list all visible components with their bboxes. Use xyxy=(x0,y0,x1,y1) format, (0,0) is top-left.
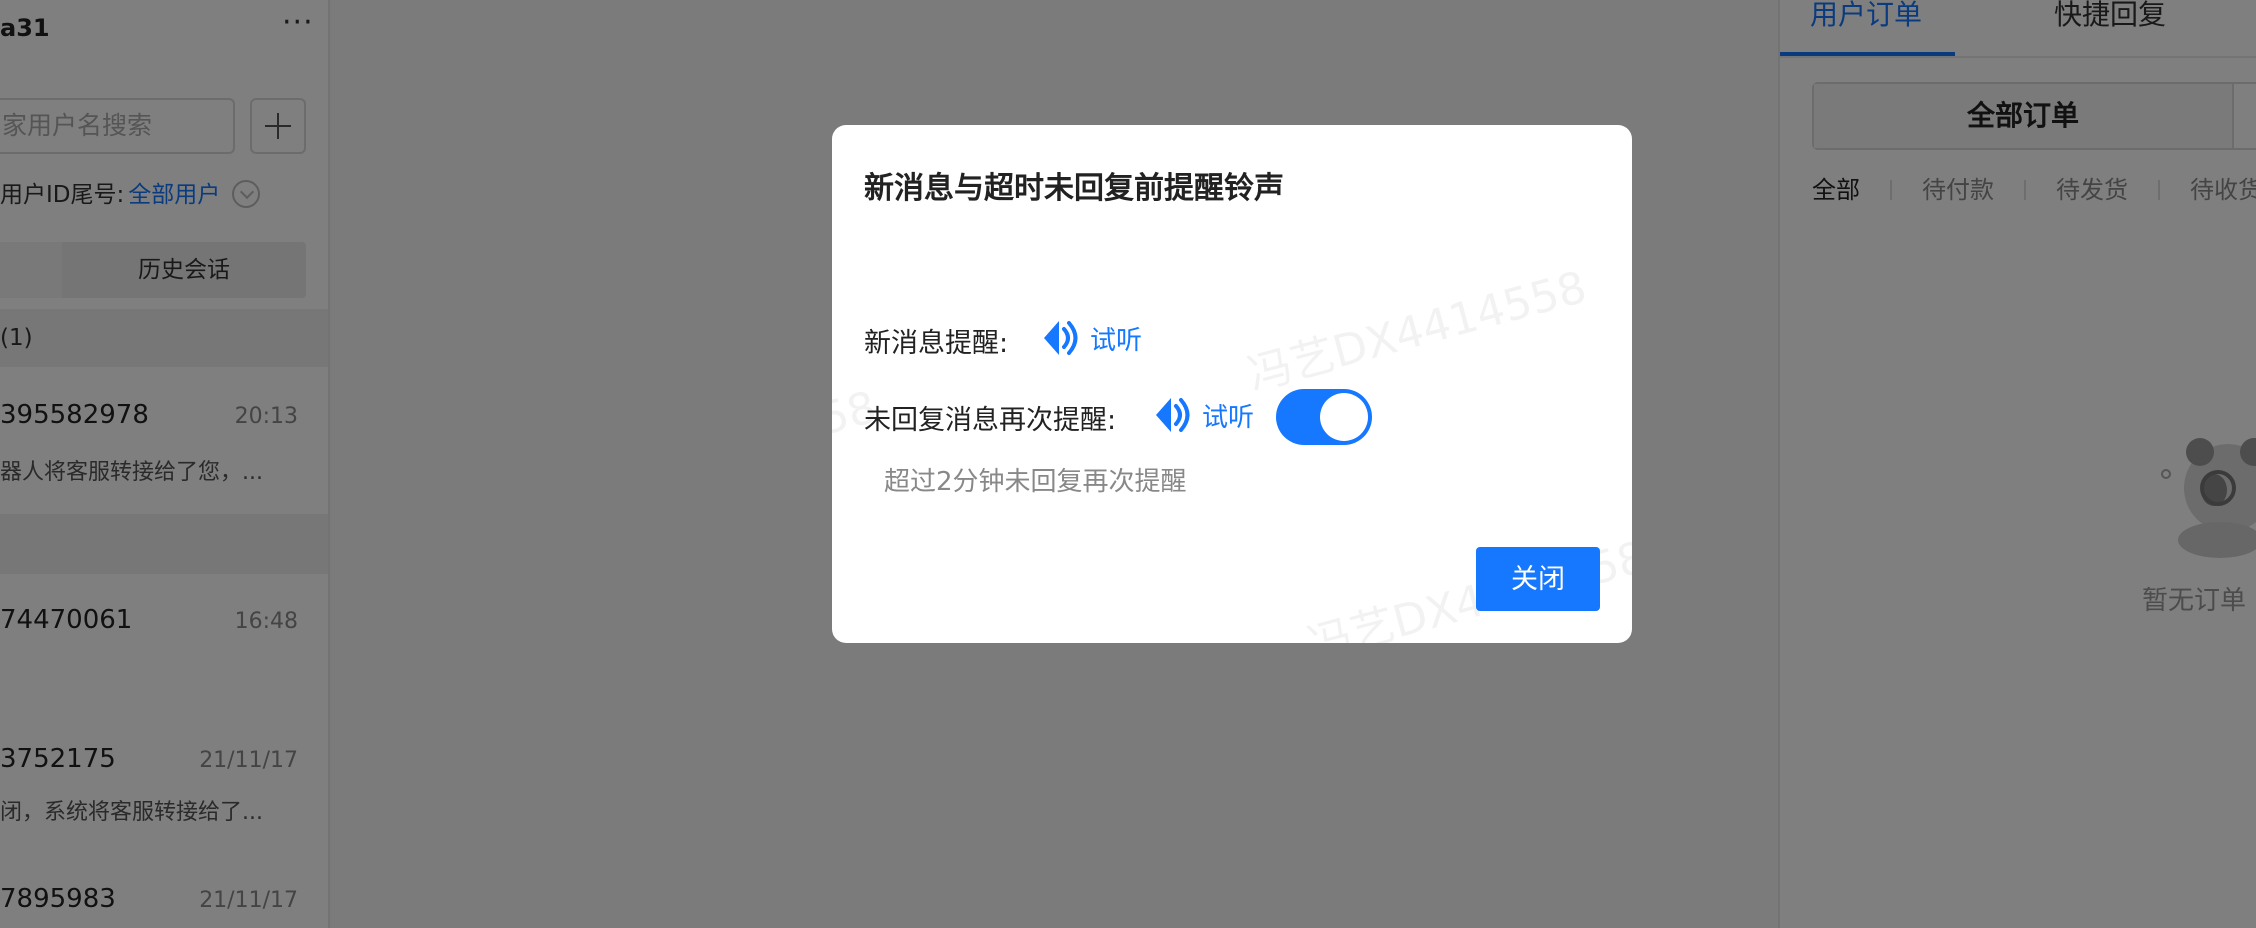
speaker-icon xyxy=(1156,398,1190,432)
new-message-listen-button[interactable]: 试听 xyxy=(1040,317,1142,359)
dialog-title: 新消息与超时未回复前提醒铃声 xyxy=(864,171,1284,206)
ringtone-settings-dialog: 冯艺DX4414558 冯艺DX4414558 冯艺DX4414558 新消息与… xyxy=(832,125,1632,643)
listen-label: 试听 xyxy=(1202,402,1255,433)
toggle-knob xyxy=(1320,393,1368,441)
watermark: 冯艺DX4414558 xyxy=(832,381,882,522)
new-message-label: 新消息提醒: xyxy=(864,328,1009,359)
speaker-icon xyxy=(1044,321,1078,355)
repeat-reminder-listen-button[interactable]: 试听 xyxy=(1152,394,1254,436)
repeat-hint-text: 超过2分钟未回复再次提醒 xyxy=(884,467,1187,497)
repeat-reminder-label: 未回复消息再次提醒: xyxy=(864,405,1117,436)
repeat-reminder-toggle[interactable] xyxy=(1276,389,1372,445)
listen-label: 试听 xyxy=(1090,325,1143,356)
watermark: 冯艺DX4414558 xyxy=(1242,261,1592,402)
close-button[interactable]: 关闭 xyxy=(1476,547,1600,611)
